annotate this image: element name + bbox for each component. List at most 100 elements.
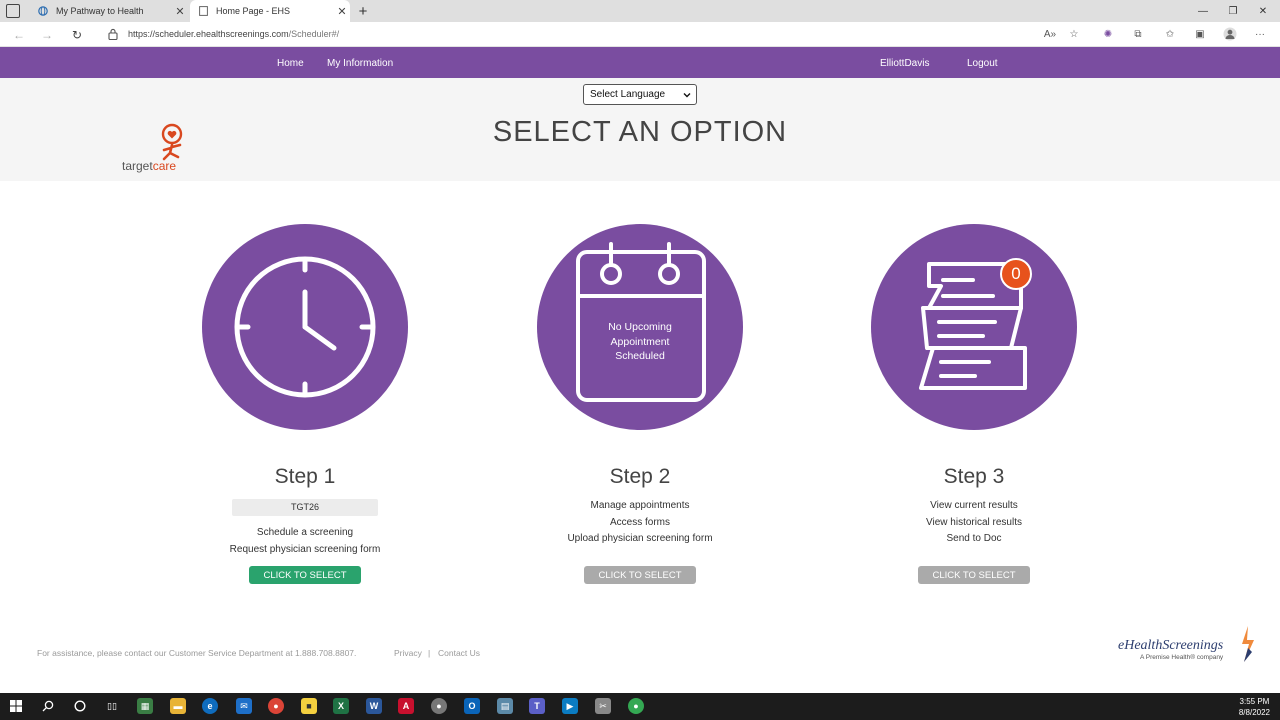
close-tab-icon[interactable]: ✕ xyxy=(172,5,188,18)
back-icon[interactable]: ← xyxy=(8,22,30,47)
chevron-down-icon xyxy=(683,92,691,97)
excel-icon[interactable]: X xyxy=(333,698,349,714)
word-icon[interactable]: W xyxy=(366,698,382,714)
windows-taskbar: ▯▯ ▦ ▬ e ✉ ● ■ X W A ● O ▤ T ▶ ✂ ● 3:55 … xyxy=(0,693,1280,720)
url-field[interactable]: https://scheduler.ehealthscreenings.com/… xyxy=(128,22,339,47)
tab-title: Home Page - EHS xyxy=(216,6,291,16)
step-1-line: Request physician screening form xyxy=(229,543,381,555)
close-tab-icon[interactable]: ✕ xyxy=(334,5,350,18)
clock-icon xyxy=(234,256,376,398)
nav-logout-link[interactable]: Logout xyxy=(967,47,998,78)
lock-icon xyxy=(108,28,118,40)
windows-start-icon[interactable] xyxy=(8,698,24,714)
media-app-icon[interactable]: ▶ xyxy=(562,698,578,714)
site-navigation: Home My Information ElliottDavis Logout xyxy=(0,47,1280,78)
step-2-description: Manage appointments Access forms Upload … xyxy=(530,498,750,548)
minimize-icon[interactable]: — xyxy=(1188,0,1218,22)
chrome-icon[interactable]: ● xyxy=(268,698,284,714)
notification-badge: 0 xyxy=(1000,258,1032,290)
page-icon xyxy=(198,6,208,16)
new-tab-icon[interactable]: + xyxy=(354,0,372,22)
promo-code-badge: TGT26 xyxy=(232,499,378,516)
clock-date: 8/8/2022 xyxy=(1238,708,1270,717)
calculator-app-icon[interactable]: ▦ xyxy=(137,698,153,714)
targetcare-wordmark: targetcare xyxy=(122,159,176,173)
step-3-title: Step 3 xyxy=(943,465,1005,488)
app-icon[interactable]: ▤ xyxy=(497,698,513,714)
step-3-circle: 0 xyxy=(871,224,1077,430)
step-3-select-button[interactable]: CLICK TO SELECT xyxy=(918,566,1030,584)
tab-title: My Pathway to Health xyxy=(56,6,144,16)
step-1-circle xyxy=(202,224,408,430)
step-1-select-button[interactable]: CLICK TO SELECT xyxy=(249,566,361,584)
step-2-circle: No Upcoming Appointment Scheduled xyxy=(537,224,743,430)
browser-tab-bar: My Pathway to Health ✕ Home Page - EHS ✕… xyxy=(0,0,1280,22)
restore-icon[interactable]: ❐ xyxy=(1218,0,1248,22)
footer-separator: | xyxy=(428,648,431,658)
logo-target-text: target xyxy=(122,159,153,173)
favorite-star-icon[interactable]: ☆ xyxy=(1066,26,1082,42)
collections-icon[interactable]: ▣ xyxy=(1192,26,1208,42)
close-window-icon[interactable]: ✕ xyxy=(1248,0,1278,22)
cortana-icon[interactable] xyxy=(72,698,88,714)
step-1-title: Step 1 xyxy=(274,465,336,488)
step-2-line: Manage appointments xyxy=(590,500,690,511)
calendar-status-text: No Upcoming Appointment Scheduled xyxy=(608,321,672,362)
step-2-select-button[interactable]: CLICK TO SELECT xyxy=(584,566,696,584)
tab-home-page-ehs[interactable]: Home Page - EHS ✕ xyxy=(190,0,350,22)
read-aloud-icon[interactable]: A» xyxy=(1042,26,1058,42)
taskbar-clock[interactable]: 3:55 PM 8/8/2022 xyxy=(1239,696,1270,718)
logo-care-text: care xyxy=(152,159,177,173)
chrome-profile-icon[interactable]: ● xyxy=(431,698,447,714)
globe-icon xyxy=(38,6,48,16)
results-document-icon xyxy=(919,262,1027,390)
chrome-alt-icon[interactable]: ● xyxy=(628,698,644,714)
step-2-line: Upload physician screening form xyxy=(567,533,713,545)
brand-flame-icon xyxy=(1242,626,1254,662)
language-select-value: Select Language xyxy=(590,89,666,100)
language-select[interactable]: Select Language xyxy=(583,84,697,105)
footer-privacy-link[interactable]: Privacy xyxy=(394,648,422,658)
edge-browser-icon[interactable]: e xyxy=(202,698,218,714)
mail-app-icon[interactable]: ✉ xyxy=(236,698,252,714)
nav-home-link[interactable]: Home xyxy=(277,47,304,78)
extension-icon[interactable]: ✺ xyxy=(1100,26,1116,42)
step-2-title: Step 2 xyxy=(609,465,671,488)
brand-name: HealthScreenings xyxy=(1124,638,1224,653)
step-3-description: View current results View historical res… xyxy=(864,498,1084,548)
step-1-description: Schedule a screening Request physician s… xyxy=(195,525,415,558)
refresh-icon[interactable]: ↻ xyxy=(66,22,88,47)
step-3-line: View current results xyxy=(930,500,1018,511)
outlook-icon[interactable]: O xyxy=(464,698,480,714)
footer-contact-link[interactable]: Contact Us xyxy=(438,648,480,658)
step-1-line: Schedule a screening xyxy=(256,527,354,538)
page-title: SELECT AN OPTION xyxy=(492,116,788,148)
url-host: https://scheduler.ehealthscreenings.com xyxy=(128,29,289,39)
step-3-line: Send to Doc xyxy=(946,533,1002,545)
step-2-line: Access forms xyxy=(609,516,670,528)
page-header: Select Language SELECT AN OPTION targetc… xyxy=(0,78,1280,181)
search-icon[interactable] xyxy=(40,698,56,714)
step-3-line: View historical results xyxy=(926,516,1022,528)
profile-avatar-icon[interactable] xyxy=(1222,26,1238,42)
footer-assistance-text: For assistance, please contact our Custo… xyxy=(37,648,357,658)
acrobat-icon[interactable]: A xyxy=(398,698,414,714)
teams-icon[interactable]: T xyxy=(529,698,545,714)
puzzle-icon[interactable]: ⧉ xyxy=(1130,26,1146,42)
tab-actions-icon[interactable] xyxy=(6,4,20,18)
forward-icon[interactable]: → xyxy=(36,22,58,47)
task-view-icon[interactable]: ▯▯ xyxy=(104,698,120,714)
nav-my-information-link[interactable]: My Information xyxy=(327,47,393,78)
more-menu-icon[interactable]: ··· xyxy=(1252,26,1268,42)
nav-user-link[interactable]: ElliottDavis xyxy=(880,47,929,78)
clock-time: 3:55 PM xyxy=(1239,697,1270,706)
brand-subtitle: A Premise Health® company xyxy=(1140,654,1224,661)
snipping-tool-icon[interactable]: ✂ xyxy=(595,698,611,714)
favorites-icon[interactable]: ✩ xyxy=(1162,26,1178,42)
url-path: /Scheduler#/ xyxy=(288,29,340,39)
file-explorer-icon[interactable]: ▬ xyxy=(170,698,186,714)
sticky-notes-icon[interactable]: ■ xyxy=(301,698,317,714)
ehealthscreenings-logo: eHealthScreenings A Premise Health® comp… xyxy=(1118,626,1254,662)
tab-my-pathway[interactable]: My Pathway to Health ✕ xyxy=(30,0,188,22)
address-bar: ← → ↻ https://scheduler.ehealthscreening… xyxy=(0,22,1280,47)
